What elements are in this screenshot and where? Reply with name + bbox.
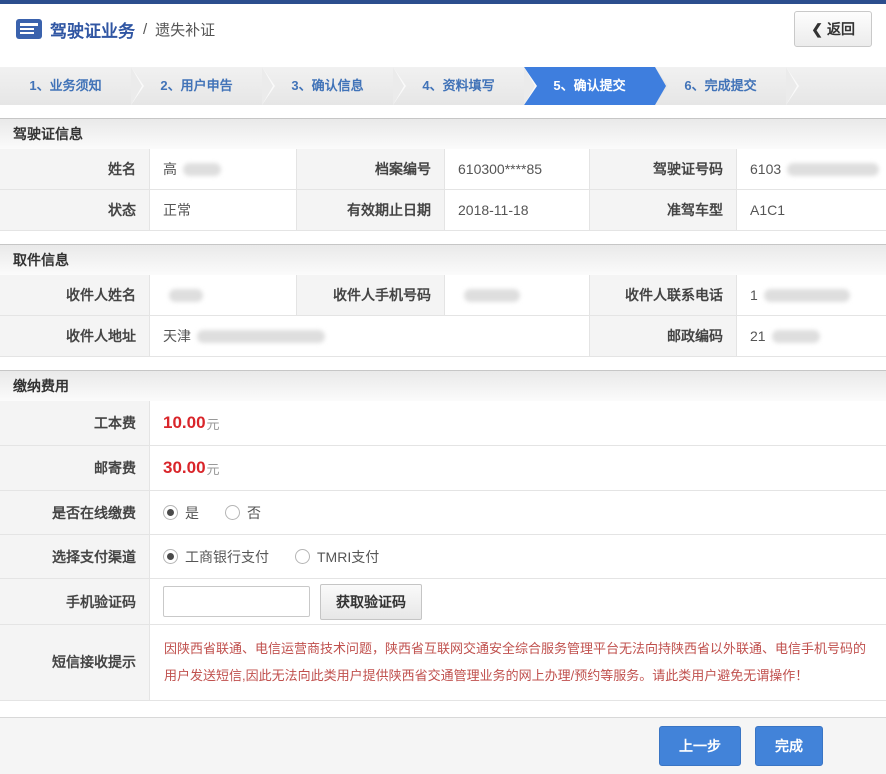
chevron-left-icon: ❮ (811, 21, 823, 38)
mail-fee-amount: 30.00 (163, 458, 206, 478)
radio-option-no[interactable]: 否 (225, 503, 261, 523)
field-value-work-fee: 10.00 元 (150, 401, 886, 446)
step-6-complete-submit[interactable]: 6、完成提交 (655, 67, 786, 105)
field-label: 准驾车型 (590, 190, 737, 231)
radio-selected-icon[interactable] (163, 505, 178, 520)
field-value-vehicle-class: A1C1 (737, 190, 886, 231)
redacted-blur (764, 289, 850, 302)
fees-section-title: 缴纳费用 (0, 370, 886, 401)
finish-button[interactable]: 完成 (755, 726, 823, 766)
pickup-info-table: 收件人姓名 收件人手机号码 收件人联系电话 1 收件人地址 天津 邮政编码 21 (0, 275, 886, 357)
back-button-label: 返回 (827, 19, 855, 39)
field-value-expiry-date: 2018-11-18 (445, 190, 590, 231)
field-value-recipient-phone: 1 (737, 275, 886, 316)
payment-channel-options: 工商银行支付 TMRI支付 (150, 535, 886, 579)
redacted-blur (197, 330, 325, 343)
step-4-fill-materials[interactable]: 4、资料填写 (393, 67, 524, 105)
page-header: 驾驶证业务 / 遗失补证 ❮ 返回 (0, 4, 886, 54)
field-label: 收件人联系电话 (590, 275, 737, 316)
field-label: 是否在线缴费 (0, 491, 150, 535)
license-info-section: 驾驶证信息 姓名 高 档案编号 610300****85 驾驶证号码 6103 … (0, 118, 886, 231)
step-2-user-declaration[interactable]: 2、用户申告 (131, 67, 262, 105)
field-label: 状态 (0, 190, 150, 231)
sms-code-input[interactable] (163, 586, 310, 617)
sms-notice-text: 因陕西省联通、电信运营商技术问题，陕西省互联网交通安全综合服务管理平台无法向持陕… (164, 635, 872, 690)
pickup-section-title: 取件信息 (0, 244, 886, 275)
field-value-recipient-name (150, 275, 297, 316)
sms-code-row: 获取验证码 (150, 579, 886, 625)
field-value-recipient-mobile (445, 275, 590, 316)
field-value-postcode: 21 (737, 316, 886, 357)
sms-notice-row: 因陕西省联通、电信运营商技术问题，陕西省互联网交通安全综合服务管理平台无法向持陕… (150, 625, 886, 701)
field-label: 姓名 (0, 149, 150, 190)
work-fee-unit: 元 (207, 414, 220, 433)
breadcrumb-separator: / (143, 21, 147, 38)
license-section-title: 驾驶证信息 (0, 118, 886, 149)
page-title: 驾驶证业务 (50, 17, 135, 42)
fees-table: 工本费 10.00 元 邮寄费 30.00 元 是否在线缴费 是 否 选择支付渠… (0, 401, 886, 701)
field-value-file-number: 610300****85 (445, 149, 590, 190)
field-value-status: 正常 (150, 190, 297, 231)
mail-fee-unit: 元 (207, 459, 220, 478)
field-label: 选择支付渠道 (0, 535, 150, 579)
field-label: 邮政编码 (590, 316, 737, 357)
back-button[interactable]: ❮ 返回 (794, 11, 872, 47)
online-payment-options: 是 否 (150, 491, 886, 535)
radio-option-icbc-pay[interactable]: 工商银行支付 (163, 547, 269, 567)
redacted-blur (183, 163, 221, 176)
field-label: 驾驶证号码 (590, 149, 737, 190)
pickup-info-section: 取件信息 收件人姓名 收件人手机号码 收件人联系电话 1 收件人地址 天津 邮政… (0, 244, 886, 357)
redacted-blur (169, 289, 203, 302)
work-fee-amount: 10.00 (163, 413, 206, 433)
field-label: 收件人地址 (0, 316, 150, 357)
field-value-license-number: 6103 (737, 149, 886, 190)
footer-action-bar: 上一步 完成 (0, 717, 886, 774)
field-value-name: 高 (150, 149, 297, 190)
radio-selected-icon[interactable] (163, 549, 178, 564)
step-5-confirm-submit[interactable]: 5、确认提交 (524, 67, 655, 105)
license-info-table: 姓名 高 档案编号 610300****85 驾驶证号码 6103 状态 正常 … (0, 149, 886, 231)
step-3-confirm-info[interactable]: 3、确认信息 (262, 67, 393, 105)
field-label: 工本费 (0, 401, 150, 446)
field-label: 有效期止日期 (297, 190, 445, 231)
radio-option-yes[interactable]: 是 (163, 503, 199, 523)
radio-unselected-icon[interactable] (225, 505, 240, 520)
field-label: 邮寄费 (0, 446, 150, 491)
page-subtitle: 遗失补证 (155, 19, 215, 40)
field-label: 档案编号 (297, 149, 445, 190)
field-value-recipient-address: 天津 (150, 316, 590, 357)
field-label: 收件人手机号码 (297, 275, 445, 316)
field-value-mail-fee: 30.00 元 (150, 446, 886, 491)
redacted-blur (464, 289, 520, 302)
redacted-blur (772, 330, 820, 343)
redacted-blur (787, 163, 879, 176)
field-label: 手机验证码 (0, 579, 150, 625)
breadcrumb: 驾驶证业务 / 遗失补证 (16, 17, 215, 42)
step-1-business-notice[interactable]: 1、业务须知 (0, 67, 131, 105)
form-icon (16, 19, 42, 39)
radio-unselected-icon[interactable] (295, 549, 310, 564)
steps-filler (786, 67, 886, 105)
wizard-steps: 1、业务须知 2、用户申告 3、确认信息 4、资料填写 5、确认提交 6、完成提… (0, 67, 886, 105)
previous-step-button[interactable]: 上一步 (659, 726, 741, 766)
field-label: 收件人姓名 (0, 275, 150, 316)
fees-section: 缴纳费用 工本费 10.00 元 邮寄费 30.00 元 是否在线缴费 是 否 … (0, 370, 886, 701)
get-sms-code-button[interactable]: 获取验证码 (320, 584, 422, 620)
radio-option-tmri-pay[interactable]: TMRI支付 (295, 547, 379, 567)
field-label: 短信接收提示 (0, 625, 150, 701)
